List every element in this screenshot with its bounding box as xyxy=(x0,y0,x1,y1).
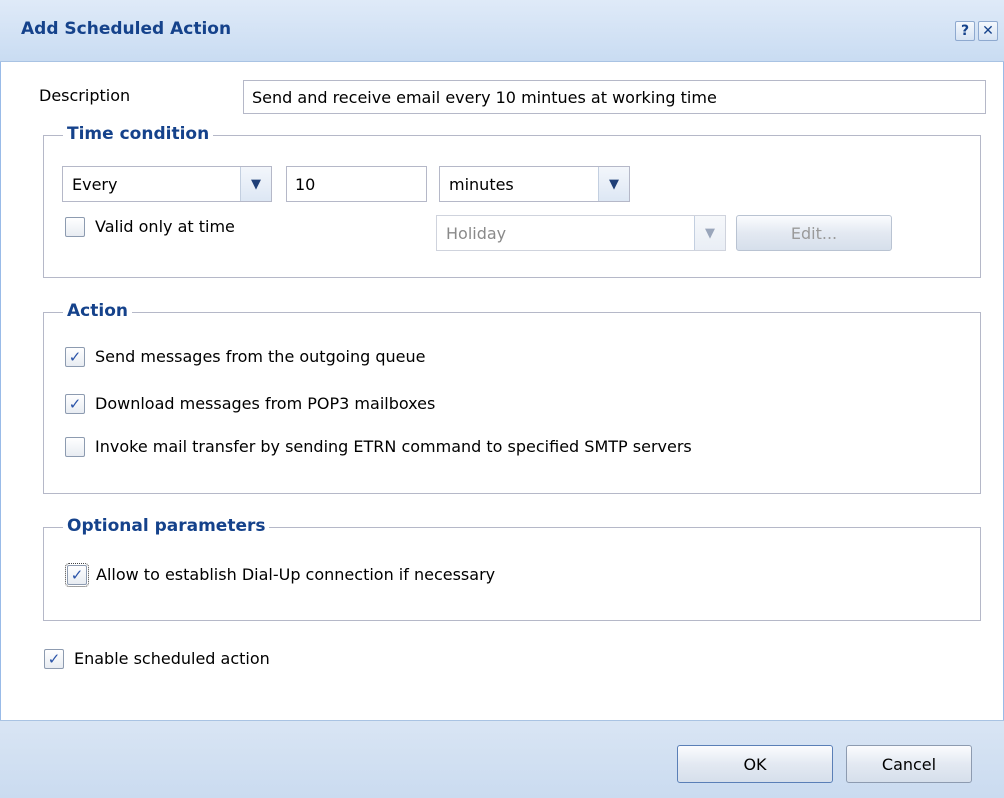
time-condition-legend: Time condition xyxy=(63,124,214,144)
valid-only-checkbox[interactable] xyxy=(65,217,85,237)
etrn-label: Invoke mail transfer by sending ETRN com… xyxy=(95,437,692,456)
frequency-value: Every xyxy=(72,174,118,194)
dialog-title-bar: Add Scheduled Action ? ✕ xyxy=(0,0,1004,62)
description-label: Description xyxy=(39,86,131,105)
valid-only-label: Valid only at time xyxy=(95,217,235,236)
chevron-down-icon[interactable]: ▼ xyxy=(598,167,629,201)
etrn-checkbox[interactable] xyxy=(65,437,85,457)
download-pop3-checkbox[interactable]: ✓ xyxy=(65,394,85,414)
send-outgoing-checkbox[interactable]: ✓ xyxy=(65,347,85,367)
edit-schedule-button[interactable]: Edit... xyxy=(736,215,892,251)
cancel-button[interactable]: Cancel xyxy=(846,745,972,783)
schedule-select[interactable]: Holiday ▼ xyxy=(436,215,726,251)
frequency-select[interactable]: Every ▼ xyxy=(62,166,272,202)
help-icon: ? xyxy=(960,23,970,39)
send-outgoing-label: Send messages from the outgoing queue xyxy=(95,347,426,366)
dialog-title: Add Scheduled Action xyxy=(21,19,232,39)
check-icon: ✓ xyxy=(47,649,61,668)
description-value: Send and receive email every 10 mintues … xyxy=(252,87,717,107)
chevron-down-icon[interactable]: ▼ xyxy=(694,216,725,250)
check-icon: ✓ xyxy=(68,394,82,413)
download-pop3-label: Download messages from POP3 mailboxes xyxy=(95,394,436,413)
time-condition-group xyxy=(43,135,981,278)
check-icon: ✓ xyxy=(68,347,82,366)
description-input[interactable]: Send and receive email every 10 mintues … xyxy=(243,80,986,114)
close-button[interactable]: ✕ xyxy=(978,21,998,41)
interval-value: 10 xyxy=(295,174,316,194)
check-icon: ✓ xyxy=(70,565,84,584)
schedule-value: Holiday xyxy=(446,223,507,243)
optional-parameters-legend: Optional parameters xyxy=(63,516,270,536)
unit-value: minutes xyxy=(449,174,514,194)
action-legend: Action xyxy=(63,301,132,321)
close-icon: ✕ xyxy=(982,23,994,39)
unit-select[interactable]: minutes ▼ xyxy=(439,166,630,202)
help-button[interactable]: ? xyxy=(955,21,975,41)
chevron-down-icon[interactable]: ▼ xyxy=(240,167,271,201)
interval-input[interactable]: 10 xyxy=(286,166,427,202)
enable-action-checkbox[interactable]: ✓ xyxy=(44,649,64,669)
dialup-label: Allow to establish Dial-Up connection if… xyxy=(96,565,496,584)
enable-action-label: Enable scheduled action xyxy=(74,649,270,668)
dialup-checkbox[interactable]: ✓ xyxy=(65,563,89,587)
ok-button[interactable]: OK xyxy=(677,745,833,783)
